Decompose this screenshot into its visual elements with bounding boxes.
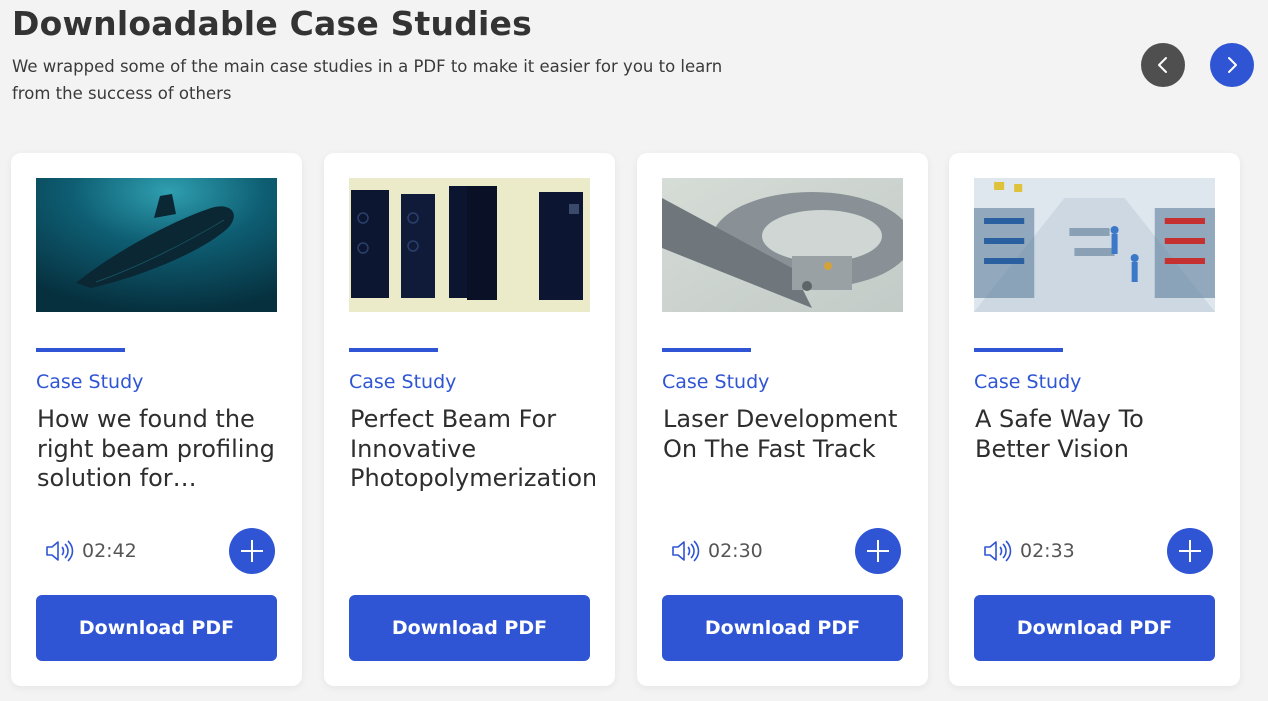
card-title[interactable]: A Safe Way To Better Vision <box>975 405 1220 464</box>
case-study-card: Case Study A Safe Way To Better Vision 0… <box>949 153 1240 686</box>
plus-icon <box>241 540 263 562</box>
laser-cabinets-image <box>349 178 590 312</box>
plus-icon <box>1179 540 1201 562</box>
card-image[interactable] <box>974 178 1215 312</box>
card-title[interactable]: Laser Development On The Fast Track <box>663 405 908 464</box>
add-button[interactable] <box>1167 528 1213 574</box>
audio-duration: 02:42 <box>82 540 137 562</box>
add-button[interactable] <box>855 528 901 574</box>
card-title[interactable]: How we found the right beam profiling so… <box>37 405 282 494</box>
plus-icon <box>867 540 889 562</box>
submarine-image <box>36 178 277 312</box>
download-pdf-button[interactable]: Download PDF <box>36 595 277 661</box>
speaker-icon <box>44 538 74 564</box>
add-button[interactable] <box>229 528 275 574</box>
audio-duration: 02:30 <box>708 540 763 562</box>
audio-info[interactable]: 02:33 <box>982 538 1075 564</box>
page-subtitle: We wrapped some of the main case studies… <box>12 57 723 103</box>
card-image[interactable] <box>36 178 277 312</box>
case-study-card: Case Study Laser Development On The Fast… <box>637 153 928 686</box>
audio-info[interactable]: 02:42 <box>44 538 137 564</box>
card-category: Case Study <box>36 371 144 393</box>
audio-duration: 02:33 <box>1020 540 1075 562</box>
download-pdf-button[interactable]: Download PDF <box>662 595 903 661</box>
speaker-icon <box>982 538 1012 564</box>
accent-line <box>662 348 751 352</box>
card-category: Case Study <box>349 371 457 393</box>
download-pdf-button[interactable]: Download PDF <box>974 595 1215 661</box>
accent-line <box>36 348 125 352</box>
carousel-prev-button[interactable] <box>1141 43 1185 87</box>
section-header: Downloadable Case Studies We wrapped som… <box>12 4 732 107</box>
carousel-next-button[interactable] <box>1210 43 1254 87</box>
page-title: Downloadable Case Studies <box>12 4 532 43</box>
chevron-left-icon <box>1158 57 1167 73</box>
case-study-card: Case Study Perfect Beam For Innovative P… <box>324 153 615 686</box>
card-category: Case Study <box>662 371 770 393</box>
speaker-icon <box>670 538 700 564</box>
download-pdf-button[interactable]: Download PDF <box>349 595 590 661</box>
factory-floor-image <box>974 178 1215 312</box>
laser-device-image <box>662 178 903 312</box>
audio-info[interactable]: 02:30 <box>670 538 763 564</box>
case-study-card: Case Study How we found the right beam p… <box>11 153 302 686</box>
card-image[interactable] <box>349 178 590 312</box>
accent-line <box>974 348 1063 352</box>
card-category: Case Study <box>974 371 1082 393</box>
card-title[interactable]: Perfect Beam For Innovative Photopolymer… <box>350 405 595 494</box>
chevron-right-icon <box>1228 57 1237 73</box>
accent-line <box>349 348 438 352</box>
card-image[interactable] <box>662 178 903 312</box>
